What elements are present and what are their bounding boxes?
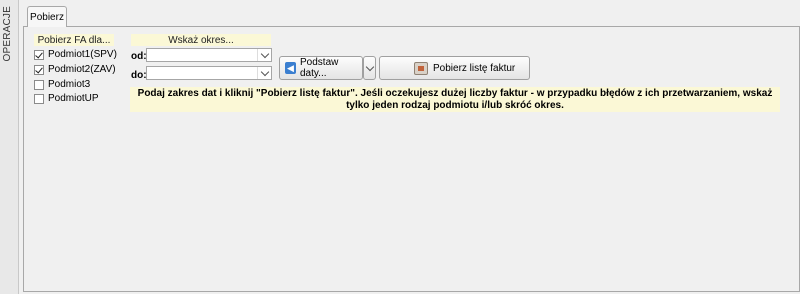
checkbox-podmiotup[interactable] xyxy=(34,93,44,104)
entity-row-podmiot2[interactable]: Podmiot2(ZAV) xyxy=(34,63,116,76)
entities-header: Pobierz FA dla... xyxy=(34,34,114,46)
chevron-down-icon[interactable] xyxy=(257,49,271,61)
fetch-invoices-button[interactable]: Pobierz listę faktur xyxy=(379,56,530,80)
info-message: Podaj zakres dat i kliknij "Pobierz list… xyxy=(130,87,780,112)
checkbox-label: PodmiotUP xyxy=(48,93,99,104)
chevron-down-icon[interactable] xyxy=(257,67,271,79)
checkbox-label: Podmiot2(ZAV) xyxy=(48,64,116,75)
checkbox-label: Podmiot1(SPV) xyxy=(48,49,117,60)
preset-dates-button[interactable]: ◀ Podstaw daty... xyxy=(279,56,363,80)
entity-row-podmiot1[interactable]: Podmiot1(SPV) xyxy=(34,48,117,61)
side-rail-label[interactable]: OPERACJE xyxy=(2,6,13,62)
entity-row-podmiotup[interactable]: PodmiotUP xyxy=(34,92,99,105)
checkbox-podmiot3[interactable] xyxy=(34,79,44,90)
invoice-icon xyxy=(414,61,428,75)
checkbox-podmiot1[interactable] xyxy=(34,49,44,60)
checkbox-podmiot2[interactable] xyxy=(34,64,44,75)
preset-dates-label: Podstaw daty... xyxy=(300,57,339,79)
date-to-combo[interactable] xyxy=(146,66,272,80)
side-rail[interactable]: OPERACJE xyxy=(0,0,19,294)
arrow-left-icon: ◀ xyxy=(285,62,296,74)
period-header: Wskaż okres... xyxy=(131,34,271,46)
date-from-combo[interactable] xyxy=(146,48,272,62)
tab-pobierz[interactable]: Pobierz xyxy=(27,6,67,27)
date-from-label: od: xyxy=(131,51,147,62)
chevron-down-icon xyxy=(365,62,374,71)
entity-row-podmiot3[interactable]: Podmiot3 xyxy=(34,78,90,91)
preset-dates-dropdown[interactable] xyxy=(363,56,376,80)
fetch-invoices-label: Pobierz listę faktur xyxy=(433,62,516,74)
date-to-label: do: xyxy=(131,70,147,81)
checkbox-label: Podmiot3 xyxy=(48,79,91,90)
